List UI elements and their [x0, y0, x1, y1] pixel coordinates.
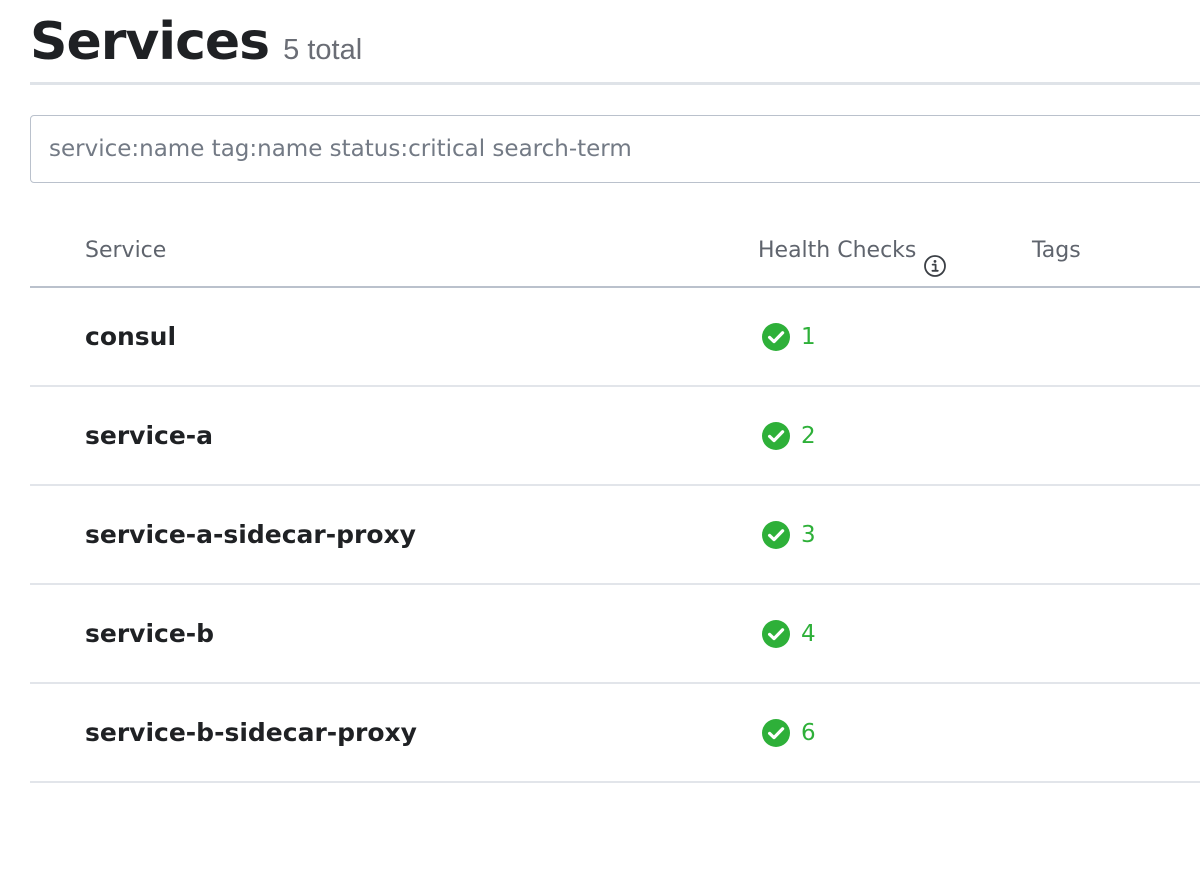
passing-checks-count: 6 — [801, 719, 816, 746]
check-circle-icon — [761, 619, 791, 649]
table-header: Service Health Checks Tags — [30, 218, 1200, 288]
table-row[interactable]: service-b-sidecar-proxy 6 — [30, 684, 1200, 783]
service-name-link[interactable]: service-b — [85, 585, 214, 682]
check-circle-icon — [761, 322, 791, 352]
column-header-tags-label: Tags — [1032, 238, 1081, 263]
service-name-link[interactable]: service-a — [85, 387, 213, 484]
info-icon[interactable] — [923, 239, 947, 277]
table-row[interactable]: service-b 4 — [30, 585, 1200, 684]
passing-checks-count: 1 — [801, 323, 816, 350]
column-header-tags: Tags — [1032, 218, 1081, 284]
check-circle-icon — [761, 718, 791, 748]
table-row[interactable]: consul 1 — [30, 288, 1200, 387]
health-checks-cell: 6 — [761, 684, 816, 781]
health-checks-cell: 2 — [761, 387, 816, 484]
passing-checks-count: 3 — [801, 521, 816, 548]
page-header: Services 5 total — [30, 6, 362, 86]
passing-checks-count: 2 — [801, 422, 816, 449]
services-count: 5 total — [283, 34, 363, 66]
check-circle-icon — [761, 421, 791, 451]
column-header-service-label: Service — [85, 238, 167, 263]
services-page: Services 5 total Service Health Checks T… — [0, 0, 1200, 889]
service-name-link[interactable]: service-a-sidecar-proxy — [85, 486, 416, 583]
header-divider — [30, 82, 1200, 85]
column-header-service: Service — [85, 218, 166, 284]
health-checks-cell: 3 — [761, 486, 816, 583]
table-row[interactable]: service-a 2 — [30, 387, 1200, 486]
page-title: Services — [30, 12, 270, 72]
check-circle-icon — [761, 520, 791, 550]
health-checks-cell: 4 — [761, 585, 816, 682]
search-input[interactable] — [30, 115, 1200, 183]
health-checks-cell: 1 — [761, 288, 816, 385]
table-row[interactable]: service-a-sidecar-proxy 3 — [30, 486, 1200, 585]
service-name-link[interactable]: consul — [85, 288, 176, 385]
column-header-health-checks-label: Health Checks — [758, 238, 917, 263]
column-header-health-checks: Health Checks — [758, 218, 947, 284]
passing-checks-count: 4 — [801, 620, 816, 647]
service-name-link[interactable]: service-b-sidecar-proxy — [85, 684, 417, 781]
